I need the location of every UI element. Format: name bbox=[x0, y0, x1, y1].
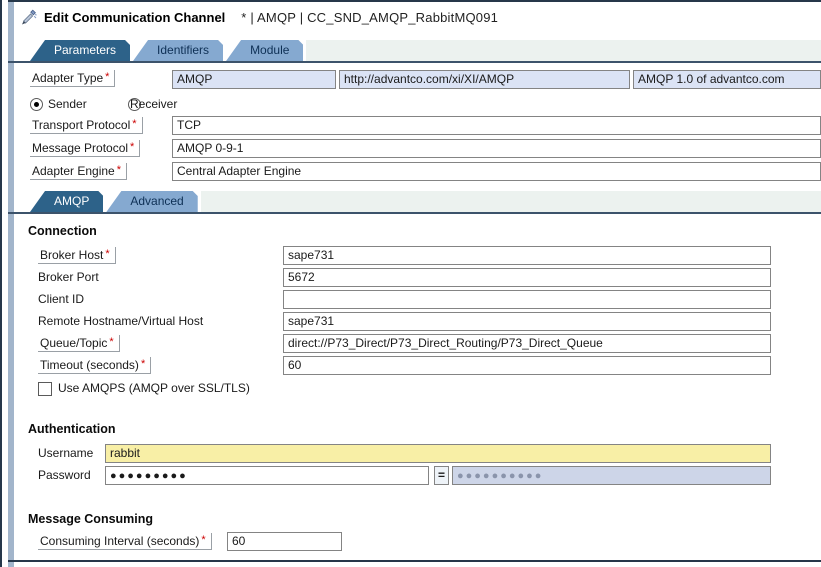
adapter-type-label: Adapter Type * bbox=[30, 70, 116, 87]
tab-module[interactable]: Module bbox=[226, 40, 303, 61]
broker-port-input[interactable]: 5672 bbox=[283, 268, 771, 287]
page-subtitle: * | AMQP | CC_SND_AMQP_RabbitMQ091 bbox=[241, 10, 499, 25]
consuming-interval-input[interactable]: 60 bbox=[227, 532, 342, 551]
client-id-input[interactable] bbox=[283, 290, 771, 309]
frame-left-border bbox=[0, 0, 2, 567]
broker-port-label: Broker Port bbox=[38, 270, 99, 284]
frame-left-strip bbox=[8, 2, 14, 567]
subtab-advanced[interactable]: Advanced bbox=[106, 191, 197, 212]
use-amqps-checkbox[interactable] bbox=[38, 382, 52, 396]
adapter-type-namespace-field: http://advantco.com/xi/XI/AMQP bbox=[339, 70, 630, 89]
broker-host-input[interactable]: sape731 bbox=[283, 246, 771, 265]
timeout-input[interactable]: 60 bbox=[283, 356, 771, 375]
password-masked-value: ●●●●●●●●● bbox=[110, 470, 188, 482]
subtab-amqp[interactable]: AMQP bbox=[30, 191, 103, 212]
transport-protocol-label: Transport Protocol * bbox=[30, 117, 143, 134]
sender-radio-label[interactable]: Sender bbox=[48, 97, 87, 111]
main-tabstrip-underline bbox=[8, 61, 821, 63]
password-label: Password bbox=[38, 468, 91, 482]
window-header: Edit Communication Channel * | AMQP | CC… bbox=[20, 9, 498, 26]
sender-radio[interactable] bbox=[30, 98, 43, 111]
page-title: Edit Communication Channel bbox=[44, 10, 226, 25]
sub-tabstrip: AMQP Advanced bbox=[30, 191, 821, 212]
queue-topic-label: Queue/Topic * bbox=[38, 335, 120, 352]
message-protocol-label: Message Protocol * bbox=[30, 140, 141, 157]
sub-tabstrip-underline bbox=[8, 212, 821, 214]
message-protocol-select[interactable]: AMQP 0-9-1 bbox=[172, 139, 821, 158]
adapter-type-vendor-field: AMQP 1.0 of advantco.com bbox=[633, 70, 821, 89]
username-label: Username bbox=[38, 446, 94, 460]
adapter-engine-label: Adapter Engine * bbox=[30, 163, 128, 180]
receiver-radio-label[interactable]: Receiver bbox=[130, 97, 177, 111]
tab-parameters[interactable]: Parameters bbox=[30, 40, 130, 61]
adapter-type-name-field: AMQP bbox=[172, 70, 336, 89]
password-equals-indicator: = bbox=[434, 466, 449, 485]
connection-heading: Connection bbox=[28, 224, 97, 238]
adapter-engine-select[interactable]: Central Adapter Engine bbox=[172, 162, 821, 181]
timeout-label: Timeout (seconds) * bbox=[38, 357, 152, 374]
use-amqps-label: Use AMQPS (AMQP over SSL/TLS) bbox=[58, 381, 250, 395]
queue-topic-input[interactable]: direct://P73_Direct/P73_Direct_Routing/P… bbox=[283, 334, 771, 353]
broker-host-label: Broker Host * bbox=[38, 247, 116, 264]
transport-protocol-select[interactable]: TCP bbox=[172, 116, 821, 135]
password-confirm-input: ●●●●●●●●●● bbox=[452, 466, 771, 485]
password-confirm-masked-value: ●●●●●●●●●● bbox=[457, 470, 544, 482]
frame-top-border bbox=[8, 0, 821, 2]
sub-tabstrip-filler bbox=[200, 191, 821, 212]
frame-bottom-border bbox=[8, 560, 821, 562]
tab-identifiers[interactable]: Identifiers bbox=[133, 40, 223, 61]
tabstrip-filler bbox=[306, 40, 821, 61]
client-id-label: Client ID bbox=[38, 292, 85, 306]
message-consuming-heading: Message Consuming bbox=[28, 512, 154, 526]
username-input[interactable]: rabbit bbox=[105, 444, 771, 463]
remote-hostname-input[interactable]: sape731 bbox=[283, 312, 771, 331]
authentication-heading: Authentication bbox=[28, 422, 116, 436]
main-tabstrip: Parameters Identifiers Module bbox=[30, 40, 821, 61]
consuming-interval-label: Consuming Interval (seconds) * bbox=[38, 533, 212, 550]
remote-hostname-label: Remote Hostname/Virtual Host bbox=[38, 314, 204, 328]
password-input[interactable]: ●●●●●●●●● bbox=[105, 466, 429, 485]
edit-channel-icon bbox=[20, 9, 37, 26]
